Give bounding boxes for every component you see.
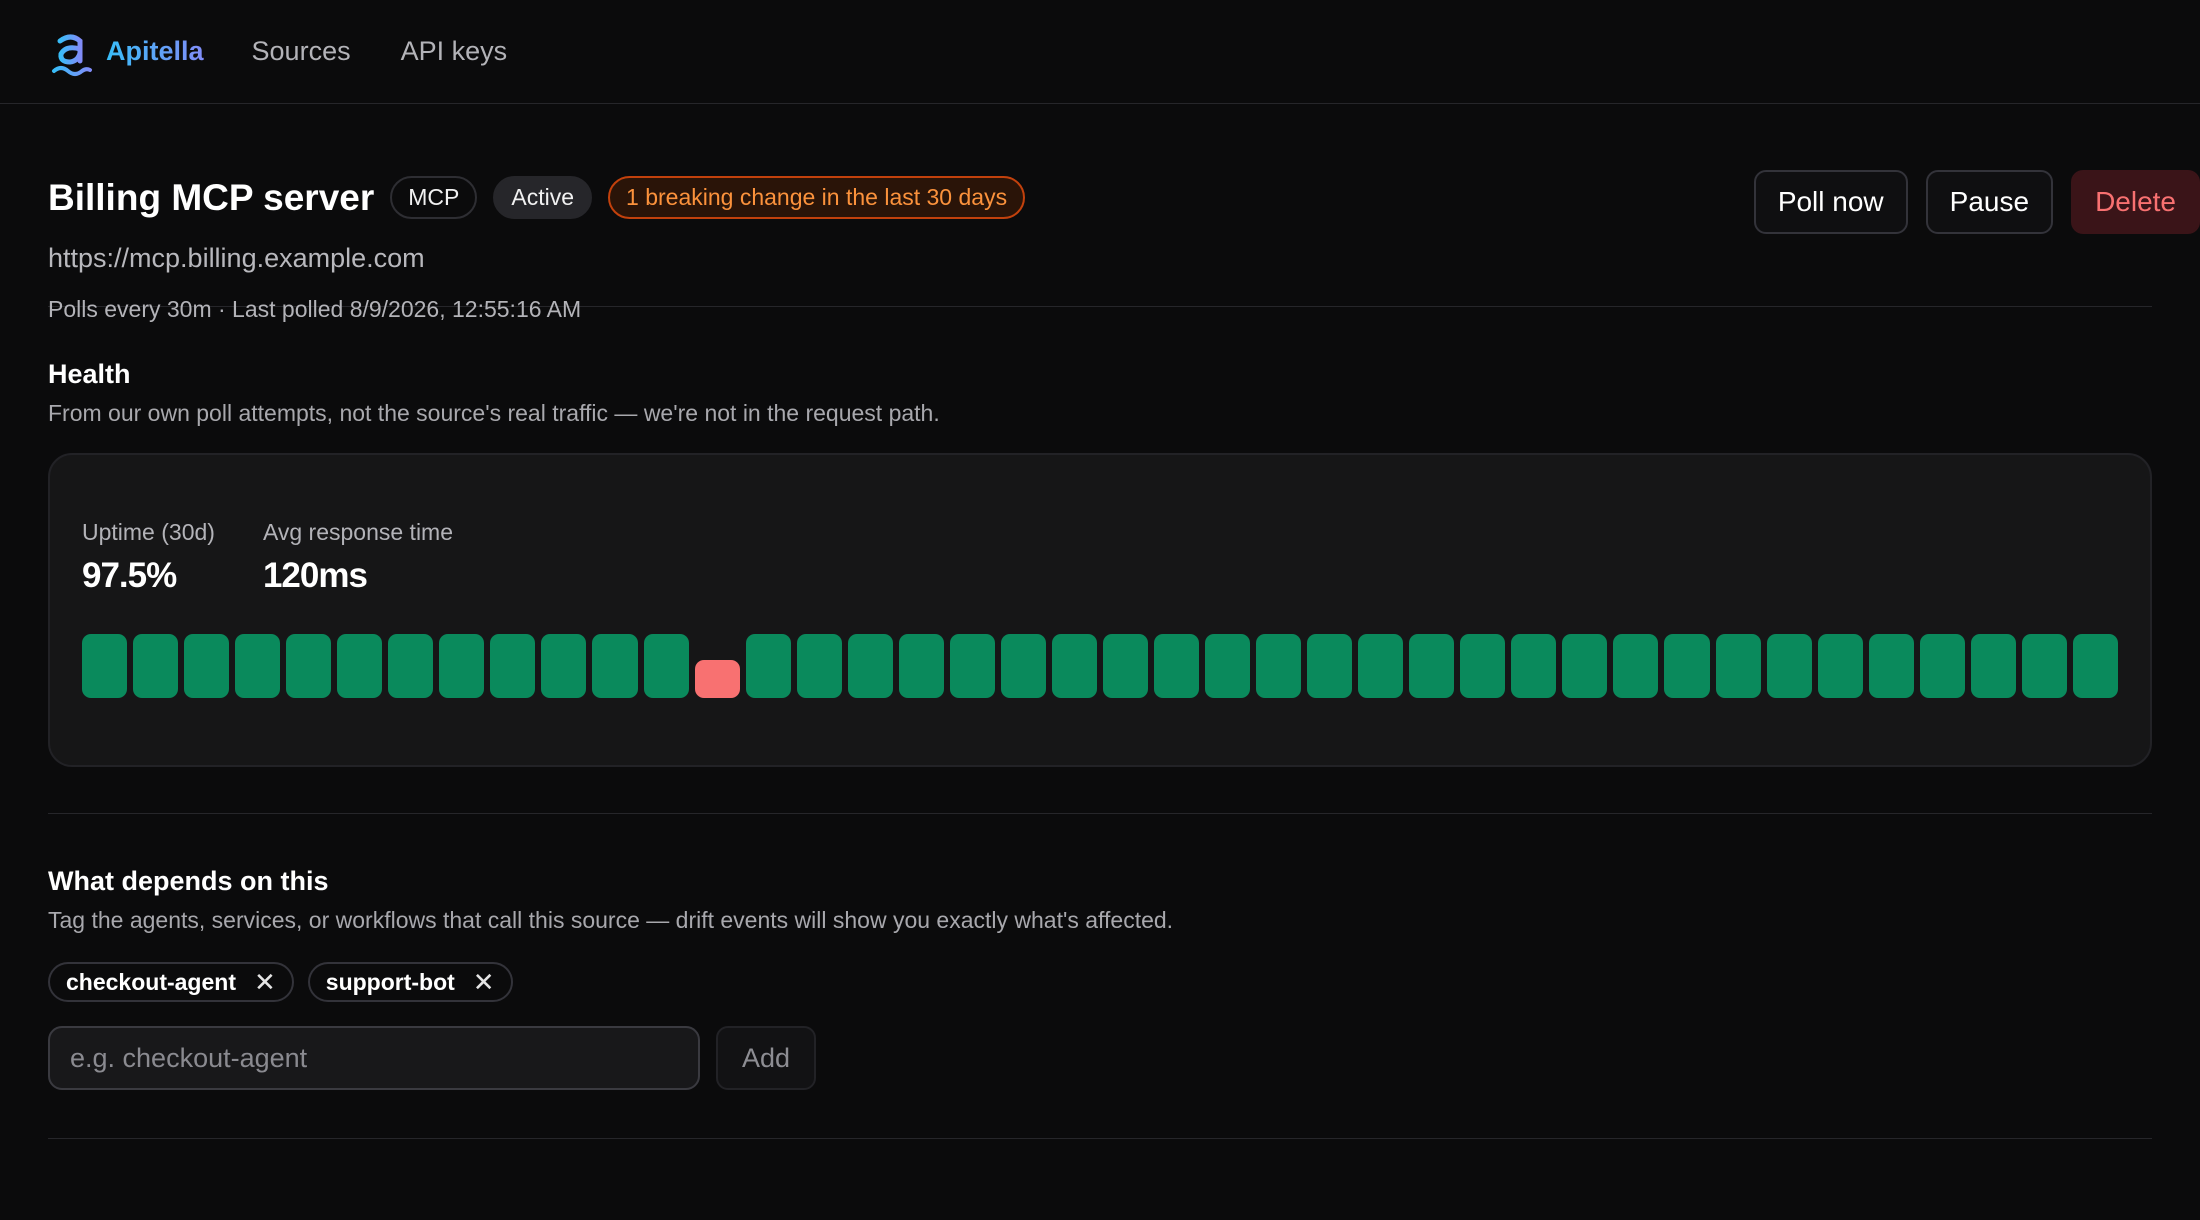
health-section: Health From our own poll attempts, not t…: [48, 307, 2152, 814]
uptime-day-up[interactable]: [286, 634, 332, 698]
header-actions: Poll now Pause Delete: [1753, 170, 2200, 234]
uptime-day-up[interactable]: [847, 634, 893, 698]
brand-link[interactable]: Apitella: [48, 27, 204, 77]
avg-response-stat: Avg response time 120ms: [263, 519, 453, 596]
type-badge: MCP: [390, 176, 478, 219]
source-url: https://mcp.billing.example.com: [48, 243, 425, 273]
brand-name: Apitella: [106, 36, 204, 66]
health-card: Uptime (30d) 97.5% Avg response time 120…: [48, 453, 2152, 767]
uptime-day-up[interactable]: [2072, 634, 2118, 698]
uptime-day-up[interactable]: [592, 634, 638, 698]
uptime-day-up[interactable]: [1868, 634, 1914, 698]
uptime-day-down[interactable]: [694, 660, 740, 698]
uptime-day-up[interactable]: [1051, 634, 1097, 698]
poll-now-button[interactable]: Poll now: [1753, 170, 1908, 234]
uptime-day-up[interactable]: [2021, 634, 2067, 698]
page-title: Billing MCP server: [48, 176, 375, 218]
health-subtitle: From our own poll attempts, not the sour…: [48, 400, 940, 426]
uptime-stat: Uptime (30d) 97.5%: [82, 519, 215, 596]
dependents-subtitle: Tag the agents, services, or workflows t…: [48, 907, 1174, 933]
pause-button[interactable]: Pause: [1925, 170, 2054, 234]
main-content: Billing MCP server MCP Active 1 breaking…: [0, 104, 2200, 1139]
dependents-title: What depends on this: [48, 866, 329, 896]
delete-button[interactable]: Delete: [2071, 170, 2200, 234]
avg-response-value: 120ms: [262, 556, 368, 595]
dependent-tag-label: support-bot: [325, 968, 455, 995]
dependents-section: What depends on this Tag the agents, ser…: [48, 814, 2152, 1139]
uptime-day-up[interactable]: [1664, 634, 1710, 698]
uptime-day-up[interactable]: [1307, 634, 1353, 698]
remove-tag-icon[interactable]: ✕: [473, 969, 495, 995]
apitella-logo-icon: [52, 34, 92, 76]
add-dependent-row: Add: [48, 1026, 2152, 1090]
poll-meta: Polls every 30m · Last polled 8/9/2026, …: [48, 296, 582, 322]
uptime-day-up[interactable]: [1817, 634, 1863, 698]
uptime-day-up[interactable]: [643, 634, 689, 698]
uptime-day-up[interactable]: [745, 634, 791, 698]
uptime-day-up[interactable]: [1409, 634, 1455, 698]
top-nav: Apitella Sources API keys: [0, 0, 2200, 104]
uptime-label: Uptime (30d): [82, 519, 215, 545]
uptime-day-up[interactable]: [541, 634, 587, 698]
uptime-day-up[interactable]: [1562, 634, 1608, 698]
add-dependent-button[interactable]: Add: [716, 1026, 816, 1090]
uptime-day-up[interactable]: [1102, 634, 1148, 698]
dependent-input[interactable]: [48, 1026, 700, 1090]
uptime-day-up[interactable]: [796, 634, 842, 698]
uptime-bar: [82, 634, 2118, 698]
uptime-day-up[interactable]: [133, 634, 179, 698]
dependent-tag-label: checkout-agent: [66, 968, 236, 995]
health-stats: Uptime (30d) 97.5% Avg response time 120…: [82, 519, 2118, 596]
uptime-day-up[interactable]: [1153, 634, 1200, 698]
avg-response-label: Avg response time: [262, 519, 454, 545]
uptime-day-up[interactable]: [898, 634, 944, 698]
uptime-day-up[interactable]: [235, 634, 281, 698]
remove-tag-icon[interactable]: ✕: [254, 969, 276, 995]
uptime-day-up[interactable]: [388, 634, 434, 698]
dependent-tags: checkout-agent ✕ support-bot ✕: [48, 962, 2152, 1002]
dependent-tag: checkout-agent ✕: [48, 962, 294, 1002]
uptime-day-up[interactable]: [490, 634, 536, 698]
uptime-day-up[interactable]: [337, 634, 383, 698]
uptime-day-up[interactable]: [1919, 634, 1965, 698]
uptime-day-up[interactable]: [1000, 634, 1046, 698]
nav-sources[interactable]: Sources: [252, 36, 351, 67]
health-title: Health: [48, 359, 131, 389]
uptime-day-up[interactable]: [1460, 634, 1506, 698]
uptime-day-up[interactable]: [1256, 634, 1302, 698]
uptime-day-up[interactable]: [949, 634, 995, 698]
uptime-day-up[interactable]: [1970, 634, 2016, 698]
uptime-day-up[interactable]: [1613, 634, 1659, 698]
nav-api-keys[interactable]: API keys: [401, 36, 508, 67]
uptime-day-up[interactable]: [1511, 634, 1557, 698]
breaking-change-badge[interactable]: 1 breaking change in the last 30 days: [608, 176, 1026, 219]
uptime-day-up[interactable]: [184, 634, 230, 698]
uptime-day-up[interactable]: [1358, 634, 1404, 698]
status-badge: Active: [493, 176, 593, 219]
uptime-day-up[interactable]: [1715, 634, 1761, 698]
uptime-day-up[interactable]: [1766, 634, 1812, 698]
uptime-day-up[interactable]: [82, 634, 128, 698]
dependent-tag: support-bot ✕: [307, 962, 513, 1002]
uptime-day-up[interactable]: [439, 634, 485, 698]
uptime-day-up[interactable]: [1205, 634, 1251, 698]
uptime-value: 97.5%: [82, 556, 177, 595]
